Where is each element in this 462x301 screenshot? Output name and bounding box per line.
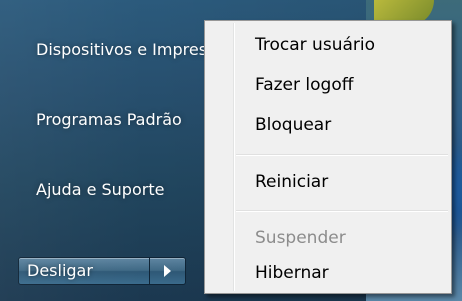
menu-item-log-off[interactable]: Fazer logoff bbox=[255, 75, 353, 95]
start-item-default-programs[interactable]: Programas Padrão bbox=[36, 110, 182, 129]
start-item-help-support[interactable]: Ajuda e Suporte bbox=[36, 180, 164, 199]
shutdown-options-button[interactable] bbox=[150, 257, 186, 285]
shutdown-button[interactable]: Desligar bbox=[18, 257, 150, 285]
menu-item-switch-user[interactable]: Trocar usuário bbox=[255, 35, 375, 55]
shutdown-options-menu: Trocar usuário Fazer logoff Bloquear Rei… bbox=[204, 20, 452, 294]
menu-item-hibernate[interactable]: Hibernar bbox=[255, 263, 329, 283]
menu-separator bbox=[236, 154, 448, 156]
menu-item-lock[interactable]: Bloquear bbox=[255, 115, 331, 135]
arrow-right-icon bbox=[164, 265, 171, 277]
shutdown-control: Desligar bbox=[18, 257, 190, 287]
menu-separator bbox=[236, 210, 448, 212]
menu-item-sleep: Suspender bbox=[255, 228, 346, 248]
menu-item-restart[interactable]: Reiniciar bbox=[255, 172, 328, 192]
